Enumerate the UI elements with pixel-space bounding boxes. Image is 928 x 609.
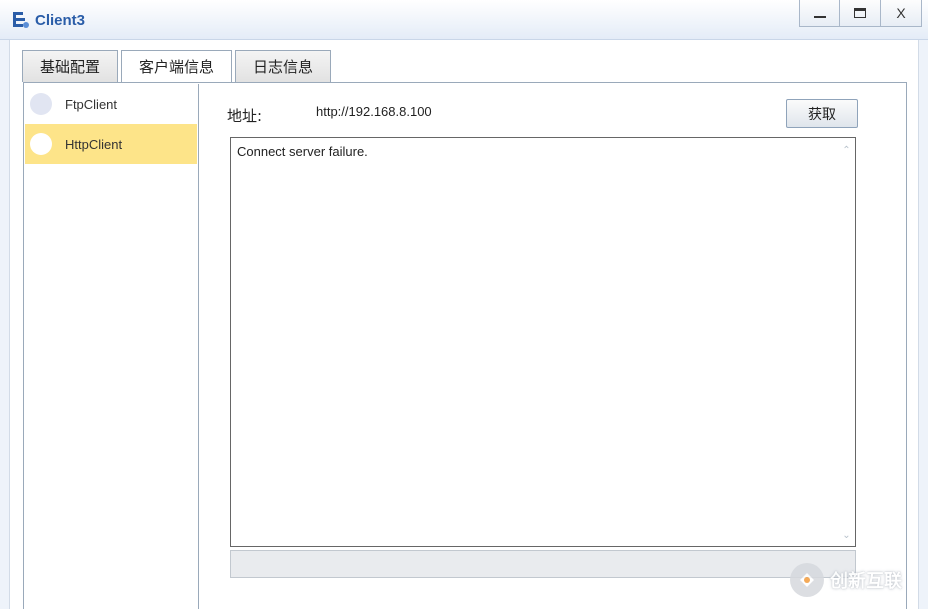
address-label: 地址: (227, 107, 263, 125)
window-controls: X (799, 0, 922, 27)
sidebar-item-httpclient[interactable]: HttpClient (25, 124, 197, 164)
watermark-text: 创新互联 (830, 571, 902, 592)
sidebar-item-ftpclient[interactable]: FtpClient (25, 84, 197, 124)
close-button[interactable]: X (881, 0, 922, 27)
maximize-icon (854, 8, 866, 18)
scroll-up-icon[interactable]: ⌃ (842, 146, 851, 156)
status-bar (230, 550, 856, 578)
address-field[interactable]: http://192.168.8.100 (316, 104, 432, 119)
tab-bar: 基础配置 客户端信息 日志信息 (22, 50, 332, 82)
vertical-scrollbar[interactable]: ⌃ ⌄ (838, 138, 855, 546)
close-icon: X (896, 5, 906, 21)
client-list: FtpClient HttpClient (25, 84, 199, 609)
sidebar-item-label: HttpClient (65, 136, 123, 152)
sidebar-item-label: FtpClient (65, 96, 118, 112)
title-bar: Client3 X (0, 0, 928, 40)
maximize-button[interactable] (840, 0, 881, 27)
output-text: Connect server failure. (237, 144, 368, 159)
client-dot-icon (30, 133, 52, 155)
scroll-down-icon[interactable]: ⌄ (842, 531, 851, 541)
watermark: 创新互联 (790, 562, 902, 598)
watermark-logo-icon (790, 563, 824, 597)
fetch-button[interactable]: 获取 (786, 99, 858, 128)
minimize-icon (813, 16, 826, 18)
app-icon (13, 12, 29, 28)
output-textarea[interactable]: Connect server failure. ⌃ ⌄ (230, 137, 856, 547)
client-dot-icon (30, 93, 52, 115)
minimize-button[interactable] (799, 0, 840, 27)
tab-log-info[interactable]: 日志信息 (235, 50, 332, 82)
window-title: Client3 (35, 12, 86, 29)
tab-client-info[interactable]: 客户端信息 (121, 50, 233, 82)
tab-basic-config[interactable]: 基础配置 (22, 50, 119, 82)
